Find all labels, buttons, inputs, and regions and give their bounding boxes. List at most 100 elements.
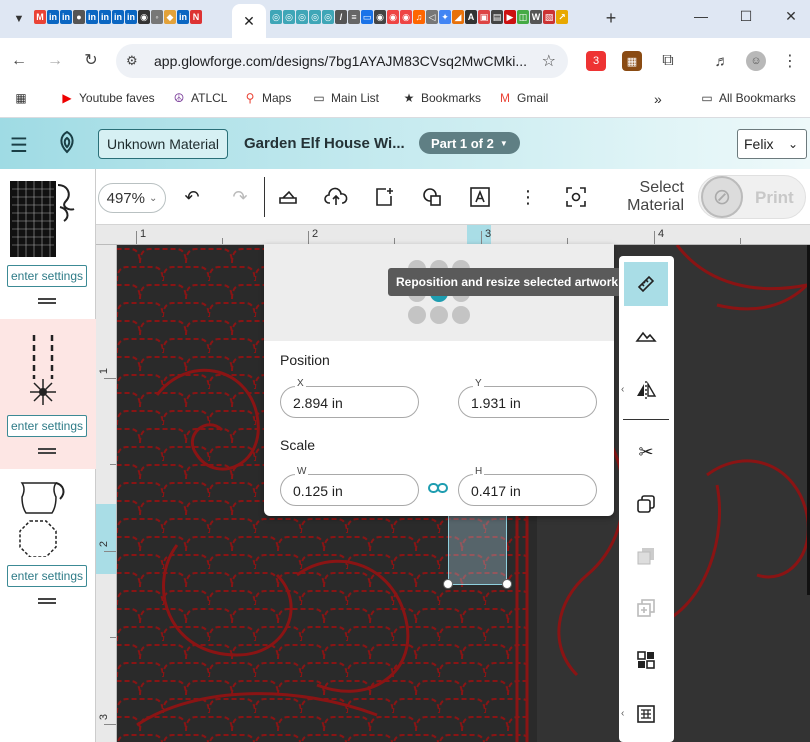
tab-favicon[interactable]: ◎ xyxy=(296,10,308,24)
tab-favicon[interactable]: ♫ xyxy=(413,10,425,24)
tab-favicon-row-right[interactable]: ◎ ◎ ◎ ◎ ◎ / ≡ ▭ ◉ ◉ ◉ ♫ ◁ ✦ ◢ A ▣ ▤ ▶ ◫ … xyxy=(270,10,568,24)
tab-favicon[interactable]: ◆ xyxy=(164,10,176,24)
site-settings-icon[interactable]: ⚙ xyxy=(126,53,138,69)
print-button[interactable]: ⊘ Print xyxy=(698,175,806,219)
more-bookmarks-button[interactable]: » xyxy=(654,91,662,107)
zoom-select[interactable]: 497% ⌄ xyxy=(98,183,166,213)
tab-favicon-row[interactable]: M in in ● in in in in ◉ ◦ ◆ in N xyxy=(34,10,202,24)
media-controls-icon[interactable]: ♬ xyxy=(712,51,732,71)
enter-settings-button[interactable]: enter settings xyxy=(7,415,87,437)
minimize-button[interactable]: — xyxy=(686,8,716,24)
redo-icon[interactable]: ↷ xyxy=(226,183,254,211)
canvas-scrollbar[interactable] xyxy=(802,245,810,595)
anchor-dot[interactable] xyxy=(408,306,426,324)
selected-artwork-bbox[interactable] xyxy=(448,515,507,585)
bookmark-gmail[interactable]: M Gmail xyxy=(498,91,548,105)
anchor-dot[interactable] xyxy=(452,306,470,324)
enter-settings-button[interactable]: enter settings xyxy=(7,565,87,587)
maximize-button[interactable]: ☐ xyxy=(731,8,761,25)
add-artwork-icon[interactable] xyxy=(370,183,398,211)
position-x-field[interactable]: X 2.894 in xyxy=(280,378,419,418)
extensions-puzzle-icon[interactable]: ⧉ xyxy=(658,51,678,71)
undo-icon[interactable]: ↶ xyxy=(178,183,206,211)
drag-handle-icon[interactable] xyxy=(38,298,56,304)
tab-favicon[interactable]: ≡ xyxy=(348,10,360,24)
user-selector[interactable]: Felix ⌄ xyxy=(737,129,807,159)
url-text[interactable]: app.glowforge.com/designs/7bg1AYAJM83CVs… xyxy=(154,53,534,69)
scale-h-field[interactable]: H 0.417 in xyxy=(458,466,597,506)
close-tab-icon[interactable]: ✕ xyxy=(243,13,255,30)
menu-hamburger-icon[interactable]: ☰ xyxy=(10,133,28,158)
tab-favicon[interactable]: ◎ xyxy=(322,10,334,24)
browser-menu-icon[interactable]: ⋮ xyxy=(780,51,800,71)
flip-icon[interactable] xyxy=(624,368,668,412)
close-window-button[interactable]: ✕ xyxy=(776,8,806,25)
tab-favicon[interactable]: W xyxy=(530,10,542,24)
ruler-icon[interactable] xyxy=(624,262,668,306)
thumbnail-item[interactable]: enter settings xyxy=(0,469,96,619)
active-tab[interactable]: ✕ xyxy=(232,4,266,38)
tab-favicon[interactable]: ▭ xyxy=(361,10,373,24)
tab-favicon[interactable]: ◁ xyxy=(426,10,438,24)
tab-favicon[interactable]: ◎ xyxy=(283,10,295,24)
resize-handle[interactable] xyxy=(443,579,453,589)
text-icon[interactable] xyxy=(466,183,494,211)
new-tab-button[interactable]: + xyxy=(600,8,622,29)
more-icon[interactable]: ⋮ xyxy=(514,183,542,211)
design-title[interactable]: Garden Elf House Wi... xyxy=(244,135,405,152)
tab-favicon[interactable]: ◉ xyxy=(374,10,386,24)
tab-favicon[interactable]: ↗ xyxy=(556,10,568,24)
back-arrow-icon[interactable]: ← xyxy=(8,50,30,72)
tab-favicon[interactable]: ◎ xyxy=(309,10,321,24)
apps-grid-icon[interactable]: ▦ xyxy=(14,91,28,105)
tab-favicon[interactable]: in xyxy=(60,10,72,24)
address-bar[interactable]: ⚙ app.glowforge.com/designs/7bg1AYAJM83C… xyxy=(116,44,568,78)
tab-favicon[interactable]: ◎ xyxy=(270,10,282,24)
drag-handle-icon[interactable] xyxy=(38,598,56,604)
upload-icon[interactable] xyxy=(322,183,350,211)
tab-favicon[interactable]: N xyxy=(190,10,202,24)
shapes-icon[interactable] xyxy=(418,183,446,211)
align-icon[interactable] xyxy=(624,692,668,736)
tab-favicon[interactable]: ▤ xyxy=(491,10,503,24)
tab-favicon[interactable]: ▣ xyxy=(478,10,490,24)
thumbnail-item[interactable]: enter settings xyxy=(0,319,96,469)
bookmark-star-icon[interactable]: ☆ xyxy=(542,51,556,71)
forward-arrow-icon[interactable]: → xyxy=(44,50,66,72)
engrave-icon[interactable] xyxy=(274,183,302,211)
tab-favicon[interactable]: / xyxy=(335,10,347,24)
lock-aspect-link-icon[interactable] xyxy=(428,481,448,495)
tab-favicon[interactable]: in xyxy=(112,10,124,24)
mountain-icon[interactable] xyxy=(624,314,668,358)
drag-handle-icon[interactable] xyxy=(38,448,56,454)
extension-icon[interactable]: ▦ xyxy=(622,51,642,71)
group-icon[interactable] xyxy=(624,534,668,578)
tab-favicon[interactable]: in xyxy=(86,10,98,24)
resize-handle[interactable] xyxy=(502,579,512,589)
tab-favicon[interactable]: ◉ xyxy=(138,10,150,24)
snapshot-icon[interactable] xyxy=(562,183,590,211)
tab-favicon[interactable]: A xyxy=(465,10,477,24)
anchor-dot[interactable] xyxy=(430,306,448,324)
scissors-icon[interactable]: ✂ xyxy=(624,430,668,474)
tab-favicon[interactable]: ◢ xyxy=(452,10,464,24)
tab-favicon[interactable]: in xyxy=(125,10,137,24)
bookmark-youtube-faves[interactable]: ▶ Youtube faves xyxy=(60,91,154,105)
all-bookmarks-folder[interactable]: ▭ All Bookmarks xyxy=(700,91,795,105)
tab-favicon[interactable]: ● xyxy=(73,10,85,24)
reload-icon[interactable]: ↻ xyxy=(80,50,102,72)
select-material-label[interactable]: Select Material xyxy=(614,179,684,215)
material-button[interactable]: Unknown Material xyxy=(98,129,228,159)
bookmark-bookmarks[interactable]: ★ Bookmarks xyxy=(402,91,481,105)
tab-favicon[interactable]: ◦ xyxy=(151,10,163,24)
tab-favicon[interactable]: M xyxy=(34,10,46,24)
tab-favicon[interactable]: ▧ xyxy=(543,10,555,24)
extension-icon[interactable]: 3 xyxy=(586,51,606,71)
tab-search-chevron-icon[interactable]: ▼ xyxy=(8,8,30,30)
arrange-icon[interactable] xyxy=(624,638,668,682)
position-y-field[interactable]: Y 1.931 in xyxy=(458,378,597,418)
tab-favicon[interactable]: ◫ xyxy=(517,10,529,24)
scale-w-field[interactable]: W 0.125 in xyxy=(280,466,419,506)
bookmark-atlcl[interactable]: ☮ ATLCL xyxy=(172,91,228,105)
tab-favicon[interactable]: in xyxy=(177,10,189,24)
